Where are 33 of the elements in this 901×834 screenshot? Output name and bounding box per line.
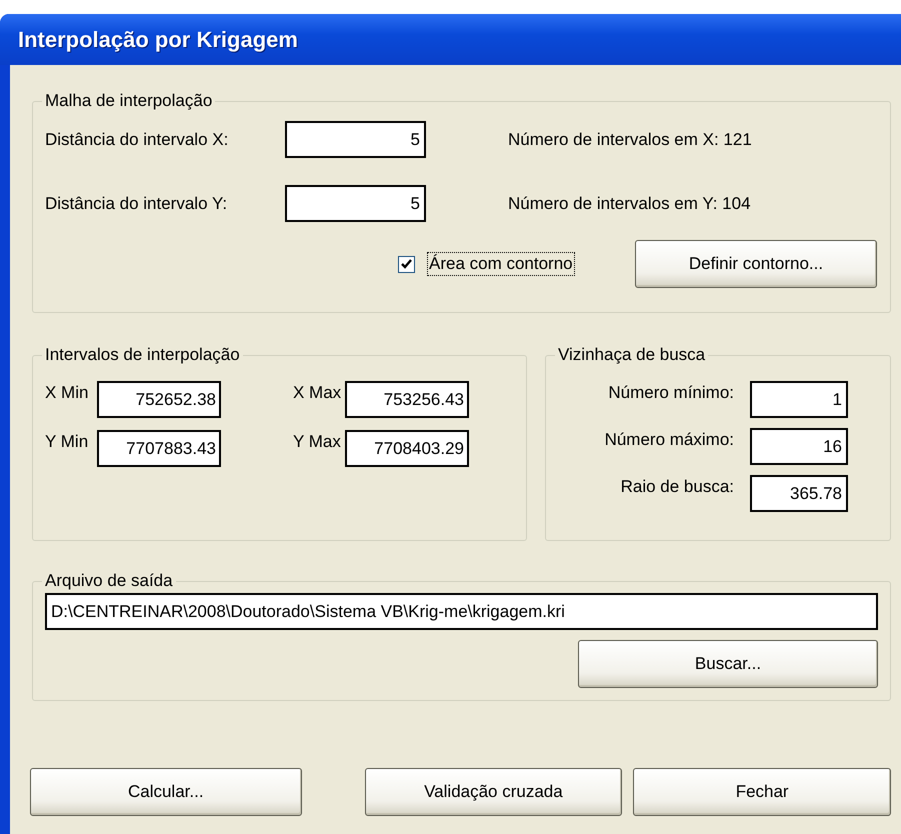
define-contour-button[interactable]: Definir contorno... bbox=[635, 240, 877, 288]
input-field[interactable]: 1 bbox=[750, 381, 848, 418]
file-path-field[interactable]: D:\CENTREINAR\2008\Doutorado\Sistema VB\Krig-me\krigagem.kri bbox=[45, 593, 878, 630]
input-field[interactable]: 752652.38 bbox=[97, 381, 221, 418]
input-field[interactable]: 5 bbox=[285, 121, 426, 158]
field-label: Número máximo: bbox=[604, 429, 734, 450]
field-label: X Min bbox=[45, 382, 90, 403]
checkbox[interactable] bbox=[398, 256, 415, 272]
dialog-button[interactable]: Calcular... bbox=[30, 768, 302, 816]
input-field[interactable]: 753256.43 bbox=[345, 381, 469, 418]
checkbox-label[interactable]: Área com contorno bbox=[427, 252, 575, 276]
interval-count: Número de intervalos em X: 121 bbox=[508, 130, 752, 150]
input-field[interactable]: 5 bbox=[285, 185, 426, 222]
group-title: Intervalos de interpolação bbox=[44, 345, 241, 365]
field-label: X Max bbox=[293, 382, 342, 403]
browse-button[interactable]: Buscar... bbox=[578, 640, 878, 688]
group-title: Malha de interpolação bbox=[44, 91, 214, 111]
interval-count: Número de intervalos em Y: 104 bbox=[508, 194, 751, 214]
group-title: Vizinhaça de busca bbox=[557, 345, 706, 365]
field-label: Distância do intervalo X: bbox=[45, 130, 230, 150]
dialog-button[interactable]: Validação cruzada bbox=[364, 768, 622, 816]
field-label: Y Max bbox=[293, 431, 342, 452]
field-label: Raio de busca: bbox=[620, 476, 734, 497]
input-field[interactable]: 7707883.43 bbox=[97, 430, 221, 467]
group-title: Arquivo de saída bbox=[44, 571, 174, 591]
input-field[interactable]: 365.78 bbox=[750, 475, 848, 512]
dialog-button[interactable]: Fechar bbox=[633, 768, 892, 816]
input-field[interactable]: 16 bbox=[750, 428, 848, 465]
window-title: Interpolação por Krigagem bbox=[0, 14, 901, 65]
field-label: Distância do intervalo Y: bbox=[45, 194, 228, 214]
field-label: Número mínimo: bbox=[607, 382, 734, 403]
field-label: Y Min bbox=[45, 431, 90, 452]
input-field[interactable]: 7708403.29 bbox=[345, 430, 469, 467]
